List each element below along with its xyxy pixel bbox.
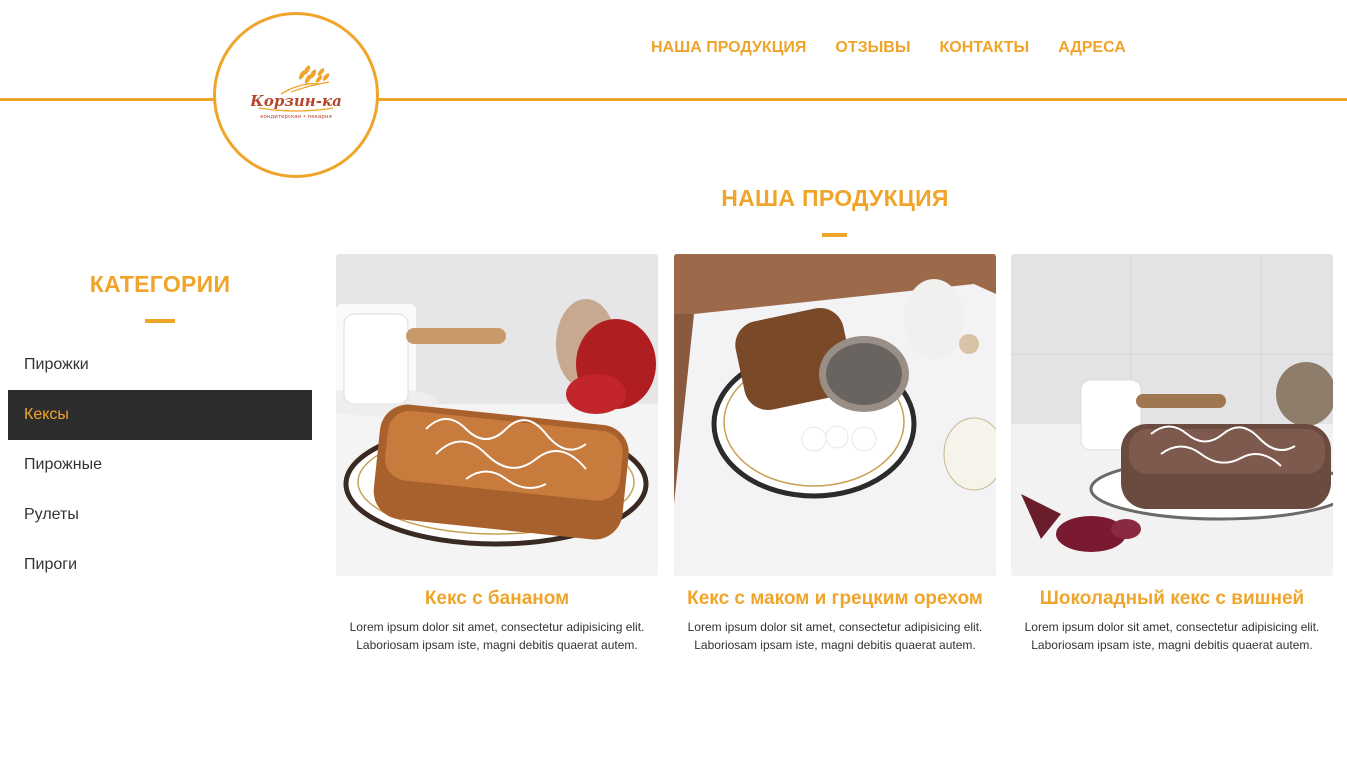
product-description: Lorem ipsum dolor sit amet, consectetur … (674, 618, 996, 654)
nav-link-contacts[interactable]: КОНТАКТЫ (940, 38, 1030, 58)
category-item-pirogi[interactable]: Пироги (8, 540, 312, 590)
logo-wheat-icon: Корзин-ка кондитерская • пекарня (251, 65, 341, 120)
products-title-underline (822, 233, 847, 237)
header-divider (0, 98, 1347, 101)
nav-link-products[interactable]: НАША ПРОДУКЦИЯ (651, 38, 806, 58)
product-description: Lorem ipsum dolor sit amet, consectetur … (1011, 618, 1333, 654)
product-description-line: Lorem ipsum dolor sit amet, consectetur … (1024, 620, 1320, 634)
nav-link-reviews[interactable]: ОТЗЫВЫ (835, 38, 910, 58)
product-name[interactable]: Шоколадный кекс с вишней (1011, 588, 1333, 610)
category-item-rulety[interactable]: Рулеты (8, 490, 312, 540)
category-item-pirozhnye[interactable]: Пирожные (8, 440, 312, 490)
product-description-line: Laboriosam ipsam iste, magni debitis qua… (694, 638, 976, 652)
product-description: Lorem ipsum dolor sit amet, consectetur … (336, 618, 658, 654)
categories-title: КАТЕГОРИИ (89, 271, 231, 297)
nav-link-addresses[interactable]: АДРЕСА (1058, 38, 1126, 58)
product-description-line: Laboriosam ipsam iste, magni debitis qua… (1031, 638, 1313, 652)
product-name[interactable]: Кекс с бананом (336, 588, 658, 610)
categories-title-underline (145, 319, 175, 323)
main-nav: НАША ПРОДУКЦИЯ ОТЗЫВЫ КОНТАКТЫ АДРЕСА (651, 38, 1126, 58)
product-description-line: Lorem ipsum dolor sit amet, consectetur … (687, 620, 983, 634)
product-card: Шоколадный кекс с вишней Lorem ipsum dol… (1011, 254, 1333, 654)
product-description-line: Lorem ipsum dolor sit amet, consectetur … (349, 620, 645, 634)
product-name[interactable]: Кекс с маком и грецким орехом (674, 588, 996, 610)
logo-tagline: кондитерская • пекарня (260, 114, 332, 120)
product-photo-chocolate-cherry-cake[interactable] (1011, 254, 1333, 576)
category-item-keksy[interactable]: Кексы (8, 390, 312, 440)
products-title: НАША ПРОДУКЦИЯ (721, 185, 949, 211)
product-description-line: Laboriosam ipsam iste, magni debitis qua… (356, 638, 638, 652)
category-item-pirozhki[interactable]: Пирожки (8, 340, 312, 390)
category-list: Пирожки Кексы Пирожные Рулеты Пироги (8, 340, 312, 590)
product-photo-banana-cake[interactable] (336, 254, 658, 576)
product-card: Кекс с маком и грецким орехом Lorem ipsu… (674, 254, 996, 654)
product-card: Кекс с бананом Lorem ipsum dolor sit ame… (336, 254, 658, 654)
logo-text: Корзин-ка (251, 92, 341, 110)
logo[interactable]: Корзин-ка кондитерская • пекарня (213, 12, 379, 178)
product-photo-poppy-walnut-cake[interactable] (674, 254, 996, 576)
